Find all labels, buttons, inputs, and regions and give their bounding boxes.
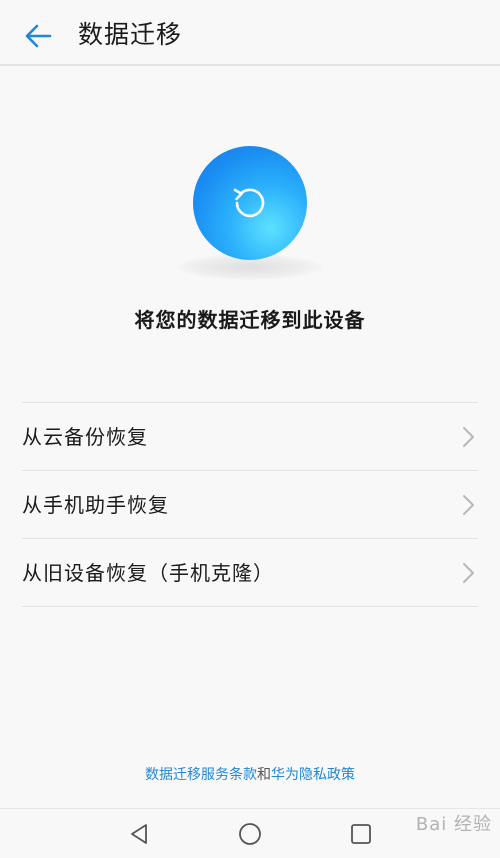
watermark: Bai 经验 — [415, 814, 492, 835]
back-button[interactable] — [20, 18, 56, 54]
chevron-right-icon — [463, 495, 474, 515]
circle-home-icon — [239, 823, 261, 845]
migration-logo — [193, 146, 307, 260]
triangle-back-icon — [131, 824, 147, 844]
legal-links: 数据迁移服务条款和华为隐私政策 — [0, 764, 500, 786]
restore-options-list: 从云备份恢复 从手机助手恢复 从旧设备恢复（手机克隆） — [22, 402, 478, 607]
terms-link[interactable]: 数据迁移服务条款 — [145, 767, 257, 783]
page-title: 数据迁移 — [78, 20, 183, 49]
sync-restore-icon — [233, 188, 265, 218]
migration-subtitle: 将您的数据迁移到此设备 — [134, 308, 366, 332]
option-cloud-backup[interactable]: 从云备份恢复 — [22, 403, 478, 471]
option-label: 从云备份恢复 — [22, 425, 148, 449]
nav-back-button[interactable] — [126, 821, 152, 847]
hero-section: 将您的数据迁移到此设备 — [0, 66, 500, 402]
nav-home-button[interactable] — [237, 821, 263, 847]
privacy-link[interactable]: 华为隐私政策 — [271, 767, 355, 783]
app-header: 数据迁移 — [0, 0, 500, 66]
square-recent-icon — [351, 824, 371, 844]
nav-recent-button[interactable] — [348, 821, 374, 847]
arrow-left-icon — [25, 24, 52, 48]
option-label: 从手机助手恢复 — [22, 493, 169, 517]
conjunction-text: 和 — [257, 767, 271, 783]
chevron-right-icon — [463, 563, 474, 583]
option-label: 从旧设备恢复（手机克隆） — [22, 561, 274, 585]
chevron-right-icon — [463, 427, 474, 447]
option-phone-assistant[interactable]: 从手机助手恢复 — [22, 471, 478, 539]
option-phone-clone[interactable]: 从旧设备恢复（手机克隆） — [22, 539, 478, 607]
